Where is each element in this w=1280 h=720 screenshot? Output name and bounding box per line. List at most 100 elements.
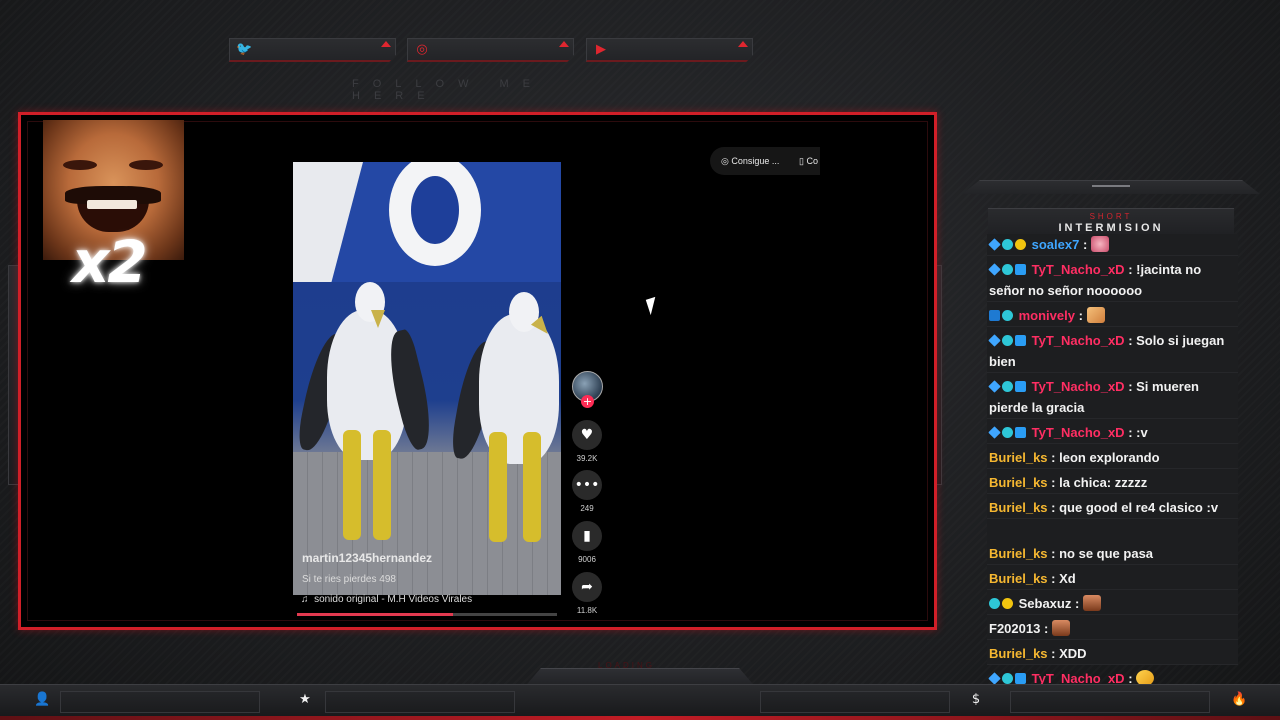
chat-top-decoration xyxy=(962,180,1260,194)
follow-plus-icon[interactable]: + xyxy=(581,395,594,408)
chat-emote-icon xyxy=(1051,620,1070,636)
bottom-bar xyxy=(0,684,1280,720)
chat-username[interactable]: Buriel_ks xyxy=(989,546,1048,561)
follow-me-label: FOLLOW ME HERE xyxy=(352,78,545,102)
chat-text: no se que pasa xyxy=(1059,546,1154,561)
chat-badge-icon xyxy=(1002,310,1013,321)
chat-username[interactable]: Buriel_ks xyxy=(989,500,1048,515)
chat-badge-icon xyxy=(1015,239,1026,250)
share-action[interactable]: ➦ 11.8K xyxy=(571,572,603,615)
chat-badge-icon xyxy=(988,426,1001,439)
chat-emote-icon xyxy=(1086,307,1105,323)
chat-username[interactable]: Buriel_ks xyxy=(989,646,1048,661)
chat-separator: : xyxy=(1124,379,1137,394)
youtube-icon: ▶ xyxy=(596,42,606,57)
comment-action[interactable]: ••• 249 xyxy=(571,470,603,513)
video-progress-bar[interactable] xyxy=(297,613,557,616)
bird-leg xyxy=(343,430,361,540)
heart-icon[interactable]: ♥ xyxy=(572,420,602,450)
triangle-marker-icon xyxy=(738,41,748,47)
chat-separator: : xyxy=(1040,621,1052,636)
chat-message: Buriel_ks : que good el re4 clasico :v xyxy=(987,497,1238,519)
video-username[interactable]: martin12345hernandez xyxy=(302,551,432,565)
chat-separator: : xyxy=(1124,425,1137,440)
chat-username[interactable]: TyT_Nacho_xD xyxy=(1028,379,1125,394)
chat-message: Buriel_ks : XDD xyxy=(987,643,1238,665)
chat-message: F202013 : xyxy=(987,618,1238,640)
chat-badge-icon xyxy=(989,598,1000,609)
get-app-label[interactable]: ◎ Consigue ... xyxy=(721,147,779,175)
meme-eye-left xyxy=(63,160,97,170)
chat-username[interactable]: F202013 xyxy=(989,621,1040,636)
chat-badge-icon xyxy=(1015,673,1026,684)
chat-separator: : xyxy=(1047,571,1060,586)
chat-separator: : xyxy=(1071,596,1083,611)
chat-badge-icon xyxy=(1002,381,1013,392)
save-action[interactable]: ▮ 9006 xyxy=(571,521,603,564)
chat-username[interactable]: TyT_Nacho_xD xyxy=(1028,262,1125,277)
chat-username[interactable]: soalex7 xyxy=(1028,237,1080,252)
bird-leg xyxy=(523,432,541,542)
like-action[interactable]: ♥ 39.2K xyxy=(571,420,603,463)
chat-badge-icon xyxy=(1002,239,1013,250)
chat-message: Buriel_ks : no se que pasa xyxy=(987,543,1238,565)
video-sound[interactable]: ♫ sonido original - M.H Videos Virales xyxy=(301,594,472,605)
user-icon: 👤 xyxy=(34,692,51,707)
comment-count: 249 xyxy=(580,504,594,513)
get-app-pill[interactable]: ◎ Consigue ... ▯ Co xyxy=(710,147,820,175)
get-app-text: Consigue ... xyxy=(731,156,780,166)
chat-badge-icon xyxy=(1015,264,1026,275)
chat-badge-icon xyxy=(1002,335,1013,346)
chat-badge-icon xyxy=(1002,673,1013,684)
chat-header: SHORT INTERMISION xyxy=(988,208,1234,236)
chat-header-small: SHORT xyxy=(1089,212,1133,221)
chat-message: TyT_Nacho_xD : Si mueren pierde la graci… xyxy=(987,376,1238,419)
chat-username[interactable]: Buriel_ks xyxy=(989,571,1048,586)
chat-username[interactable]: Sebaxuz xyxy=(1015,596,1072,611)
chat-message: soalex7 : xyxy=(987,234,1238,256)
chat-separator: : xyxy=(1047,646,1060,661)
chat-separator: : xyxy=(1124,262,1137,277)
video-progress-fill xyxy=(297,613,453,616)
get-app-label-2[interactable]: ▯ Co xyxy=(799,147,818,175)
chat-separator: : xyxy=(1047,546,1060,561)
instagram-link[interactable]: ◎ xyxy=(407,38,574,62)
dollar-icon: $ xyxy=(971,692,981,707)
chat-username[interactable]: Buriel_ks xyxy=(989,475,1048,490)
chat-text: XDD xyxy=(1059,646,1087,661)
chat-text: leon explorando xyxy=(1059,450,1160,465)
youtube-link[interactable]: ▶ xyxy=(586,38,753,62)
bird-leg xyxy=(373,430,391,540)
flame-icon: 🔥 xyxy=(1231,692,1248,707)
chat-emote-icon xyxy=(1090,236,1109,252)
share-icon[interactable]: ➦ xyxy=(572,572,602,602)
chat-message: TyT_Nacho_xD : !jacinta no señor no seño… xyxy=(987,259,1238,302)
chat-username[interactable]: Buriel_ks xyxy=(989,450,1048,465)
bottom-red-line xyxy=(0,716,1280,720)
chat-message: monively : xyxy=(987,305,1238,327)
chat-badge-icon xyxy=(988,238,1001,251)
chat-badge-icon xyxy=(1015,427,1026,438)
chat-username[interactable]: monively xyxy=(1015,308,1075,323)
chat-text: la chica: zzzzz xyxy=(1059,475,1148,490)
tiktok-video[interactable] xyxy=(293,162,561,595)
like-count: 39.2K xyxy=(576,454,598,463)
twitter-link[interactable]: 🐦 xyxy=(229,38,396,62)
meme-teeth xyxy=(87,200,137,209)
triangle-marker-icon xyxy=(381,41,391,47)
chat-separator: : xyxy=(1047,500,1060,515)
chat-message: Buriel_ks : leon explorando xyxy=(987,447,1238,469)
chat-box[interactable]: soalex7 : TyT_Nacho_xD : !jacinta no señ… xyxy=(987,234,1238,690)
chat-badge-icon xyxy=(989,310,1000,321)
chat-username[interactable]: TyT_Nacho_xD xyxy=(1028,333,1125,348)
bookmark-icon[interactable]: ▮ xyxy=(572,521,602,551)
chat-message: Sebaxuz : xyxy=(987,593,1238,615)
chat-text: Xd xyxy=(1059,571,1076,586)
chat-badge-icon xyxy=(988,334,1001,347)
chat-emote-icon xyxy=(1082,595,1101,611)
chat-badge-icon xyxy=(1015,335,1026,346)
chat-username[interactable]: TyT_Nacho_xD xyxy=(1028,425,1125,440)
comment-icon[interactable]: ••• xyxy=(572,470,602,500)
chat-text: :v xyxy=(1136,425,1148,440)
triangle-marker-icon xyxy=(559,41,569,47)
